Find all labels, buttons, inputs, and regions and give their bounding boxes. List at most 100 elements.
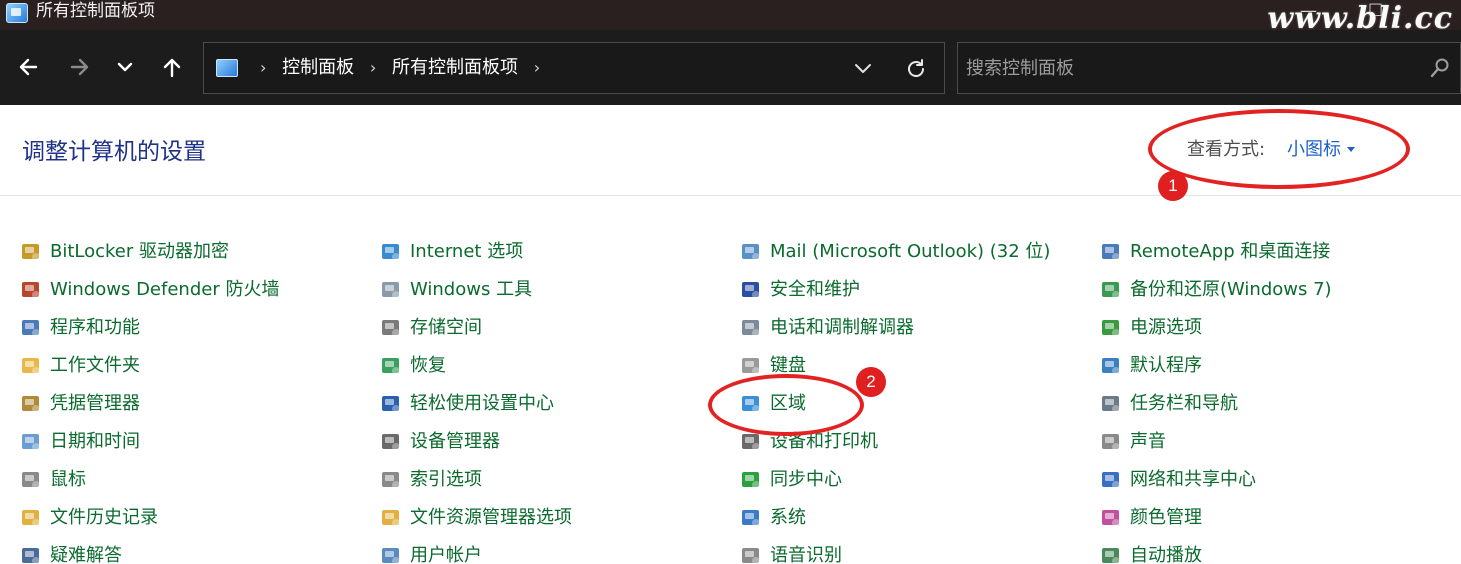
address-history-dropdown[interactable] xyxy=(852,43,874,93)
control-panel-item[interactable]: 疑难解答 xyxy=(20,539,122,564)
control-panel-item-label: 索引选项 xyxy=(410,469,482,490)
flag-icon xyxy=(740,279,762,301)
remoteapp-icon xyxy=(1100,241,1122,263)
control-panel-item[interactable]: 自动播放 xyxy=(1100,539,1202,564)
credential-vault-icon xyxy=(20,393,42,415)
control-panel-item[interactable]: 备份和还原(Windows 7) xyxy=(1100,273,1332,307)
breadcrumb-separator[interactable]: › xyxy=(260,58,266,77)
control-panel-item[interactable]: 颜色管理 xyxy=(1100,501,1202,535)
control-panel-item-label: 凭据管理器 xyxy=(50,393,140,414)
control-panel-item[interactable]: 日期和时间 xyxy=(20,425,140,459)
control-panel-item[interactable]: 凭据管理器 xyxy=(20,387,140,421)
control-panel-icon xyxy=(216,59,238,77)
control-panel-item[interactable]: 同步中心 xyxy=(740,463,842,497)
control-panel-item-label: 备份和还原(Windows 7) xyxy=(1130,279,1332,300)
sync-icon xyxy=(740,469,762,491)
control-panel-item[interactable]: Windows Defender 防火墙 xyxy=(20,273,279,307)
control-panel-item[interactable]: 文件历史记录 xyxy=(20,501,158,535)
control-panel-item-label: Windows 工具 xyxy=(410,279,533,300)
page-title: 调整计算机的设置 xyxy=(22,139,206,165)
control-panel-item[interactable]: 存储空间 xyxy=(380,311,482,345)
control-panel-item[interactable]: Internet 选项 xyxy=(380,235,523,269)
default-programs-icon xyxy=(1100,355,1122,377)
arrow-right-icon xyxy=(70,58,89,76)
control-panel-item[interactable]: 安全和维护 xyxy=(740,273,860,307)
control-panel-item[interactable]: 用户帐户 xyxy=(380,539,482,564)
microphone-icon xyxy=(740,545,762,564)
control-panel-item[interactable]: RemoteApp 和桌面连接 xyxy=(1100,235,1330,269)
breadcrumb-control-panel[interactable]: 控制面板 xyxy=(282,57,354,78)
autoplay-icon xyxy=(1100,545,1122,564)
control-panel-item-label: 文件历史记录 xyxy=(50,507,158,528)
refresh-icon xyxy=(908,59,924,77)
control-panel-item-label: Mail (Microsoft Outlook) (32 位) xyxy=(770,241,1051,262)
speaker-icon xyxy=(1100,431,1122,453)
control-panel-item-label: 轻松使用设置中心 xyxy=(410,393,554,414)
control-panel-item[interactable]: 文件资源管理器选项 xyxy=(380,501,572,535)
control-panel-item[interactable]: 电源选项 xyxy=(1100,311,1202,345)
printer-icon xyxy=(740,431,762,453)
annotation-ellipse-view-by xyxy=(1148,109,1410,189)
search-input[interactable] xyxy=(966,51,1406,85)
control-panel-item[interactable]: 程序和功能 xyxy=(20,311,140,345)
recent-locations-button[interactable] xyxy=(108,50,142,84)
control-panel-item[interactable]: 默认程序 xyxy=(1100,349,1202,383)
control-panel-item[interactable]: 工作文件夹 xyxy=(20,349,140,383)
search-icon[interactable] xyxy=(1430,57,1450,79)
control-panel-item[interactable]: 声音 xyxy=(1100,425,1166,459)
control-panel-item[interactable]: 系统 xyxy=(740,501,806,535)
control-panel-item-label: RemoteApp 和桌面连接 xyxy=(1130,241,1331,262)
control-panel-icon xyxy=(6,3,28,23)
device-manager-icon xyxy=(380,431,402,453)
annotation-badge-2: 2 xyxy=(856,367,886,397)
control-panel-item[interactable]: 鼠标 xyxy=(20,463,86,497)
search-box[interactable] xyxy=(957,42,1461,94)
file-history-icon xyxy=(20,507,42,529)
back-button[interactable] xyxy=(11,50,45,84)
arrow-up-icon xyxy=(163,58,181,78)
address-bar[interactable]: › 控制面板 › 所有控制面板项 › xyxy=(203,42,945,94)
control-panel-item-label: Internet 选项 xyxy=(410,241,524,262)
mouse-icon xyxy=(20,469,42,491)
control-panel-item-label: 存储空间 xyxy=(410,317,482,338)
mail-icon xyxy=(740,241,762,263)
breadcrumb-all-items[interactable]: 所有控制面板项 xyxy=(392,57,518,78)
control-panel-item-label: 电源选项 xyxy=(1130,317,1202,338)
users-icon xyxy=(380,545,402,564)
control-panel-item-label: 任务栏和导航 xyxy=(1130,393,1238,414)
control-panel-item-label: 日期和时间 xyxy=(50,431,140,452)
control-panel-item-label: 电话和调制解调器 xyxy=(770,317,914,338)
control-panel-item-label: 默认程序 xyxy=(1130,355,1202,376)
control-panel-item[interactable]: Windows 工具 xyxy=(380,273,532,307)
control-panel-item[interactable]: 设备管理器 xyxy=(380,425,500,459)
control-panel-item[interactable]: 电话和调制解调器 xyxy=(740,311,914,345)
control-panel-item[interactable]: BitLocker 驱动器加密 xyxy=(20,235,229,269)
control-panel-item[interactable]: 轻松使用设置中心 xyxy=(380,387,554,421)
indexing-icon xyxy=(380,469,402,491)
annotation-badge-1: 1 xyxy=(1158,171,1188,201)
refresh-button[interactable] xyxy=(904,43,928,93)
chevron-down-icon xyxy=(855,64,871,73)
arrow-left-icon xyxy=(19,58,38,76)
control-panel-item-label: 恢复 xyxy=(410,355,446,376)
navigation-bar: › 控制面板 › 所有控制面板项 › xyxy=(0,30,1461,105)
monitor-icon xyxy=(740,507,762,529)
control-panel-item-label: 鼠标 xyxy=(50,469,86,490)
control-panel-item[interactable]: 语音识别 xyxy=(740,539,842,564)
control-panel-item[interactable]: 索引选项 xyxy=(380,463,482,497)
control-panel-item[interactable]: Mail (Microsoft Outlook) (32 位) xyxy=(740,235,1050,269)
control-panel-item-label: 自动播放 xyxy=(1130,545,1202,564)
control-panel-item-label: BitLocker 驱动器加密 xyxy=(50,241,230,262)
breadcrumb-separator[interactable]: › xyxy=(370,58,376,77)
control-panel-item[interactable]: 恢复 xyxy=(380,349,446,383)
forward-button[interactable] xyxy=(63,50,97,84)
control-panel-item-label: 用户帐户 xyxy=(410,545,482,564)
breadcrumb-separator[interactable]: › xyxy=(534,58,540,77)
keyboard-icon xyxy=(740,355,762,377)
annotation-ellipse-region xyxy=(708,374,864,436)
breadcrumb: › 控制面板 › 所有控制面板项 › xyxy=(250,43,550,93)
control-panel-item-label: 颜色管理 xyxy=(1130,507,1202,528)
up-button[interactable] xyxy=(155,50,189,84)
control-panel-item[interactable]: 网络和共享中心 xyxy=(1100,463,1256,497)
control-panel-item[interactable]: 任务栏和导航 xyxy=(1100,387,1238,421)
